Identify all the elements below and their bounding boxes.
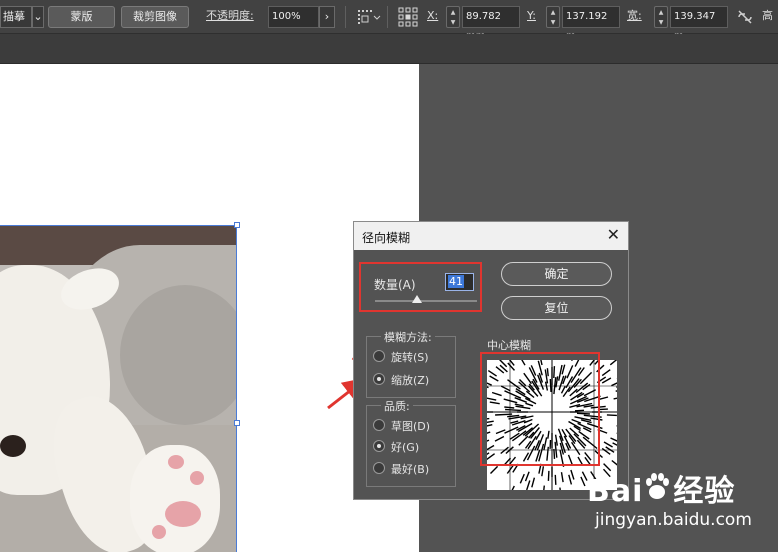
blur-method-title: 模糊方法: bbox=[381, 329, 435, 345]
radio-button[interactable] bbox=[373, 440, 385, 452]
amount-highlight: 数量(A) 41 bbox=[359, 262, 482, 312]
baidu-watermark: Bai 经验 jingyan.baidu.com bbox=[587, 466, 778, 552]
radio-label: 最好(B) bbox=[391, 463, 430, 476]
amount-input[interactable]: 41 bbox=[445, 273, 474, 291]
radio-label: 旋转(S) bbox=[391, 351, 429, 364]
amount-slider-track[interactable] bbox=[375, 300, 477, 302]
close-icon[interactable]: ✕ bbox=[607, 226, 620, 244]
blur-center-label: 中心模糊 bbox=[487, 339, 531, 352]
radio-button[interactable] bbox=[373, 350, 385, 362]
radio-label: 草图(D) bbox=[391, 420, 431, 433]
amount-label: 数量(A) bbox=[374, 278, 416, 292]
watermark-url: jingyan.baidu.com bbox=[595, 510, 752, 530]
baidu-logo: Bai 经验 bbox=[587, 466, 735, 510]
logo-prefix: Bai bbox=[587, 474, 644, 509]
blur-method-group: 模糊方法: 旋转(S) 缩放(Z) bbox=[366, 329, 456, 398]
dialog-title-bar[interactable]: 径向模糊 ✕ bbox=[354, 222, 628, 250]
radio-button[interactable] bbox=[373, 419, 385, 431]
radio-button[interactable] bbox=[373, 373, 385, 385]
radio-button[interactable] bbox=[373, 462, 385, 474]
radio-label: 好(G) bbox=[391, 441, 420, 454]
amount-value: 41 bbox=[448, 275, 464, 288]
quality-title: 品质: bbox=[381, 398, 413, 414]
amount-slider-thumb[interactable] bbox=[411, 295, 422, 303]
quality-group: 品质: 草图(D) 好(G) 最好(B) bbox=[366, 398, 456, 487]
reset-button[interactable]: 复位 bbox=[501, 296, 612, 320]
radio-label: 缩放(Z) bbox=[391, 374, 430, 387]
dialog-title: 径向模糊 bbox=[362, 231, 411, 245]
baidu-paw-icon bbox=[643, 471, 673, 509]
logo-suffix: 经验 bbox=[673, 474, 736, 509]
center-highlight bbox=[480, 352, 600, 466]
ok-button[interactable]: 确定 bbox=[501, 262, 612, 286]
